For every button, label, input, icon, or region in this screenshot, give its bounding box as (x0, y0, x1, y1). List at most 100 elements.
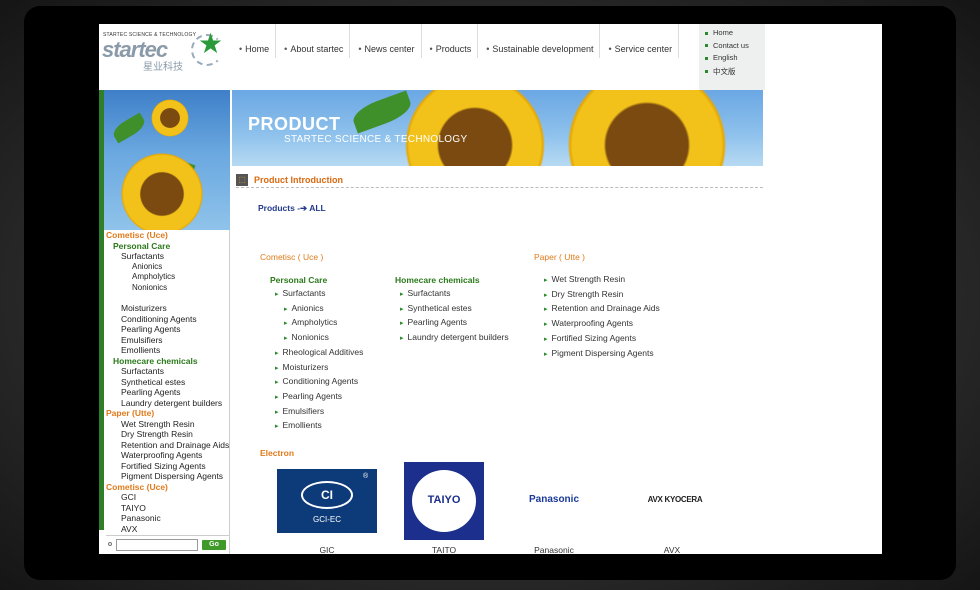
nav-item-news-center[interactable]: News center (350, 24, 422, 58)
personal-care-item[interactable]: Anionics (284, 303, 324, 313)
sidebar-item[interactable]: Surfactants (106, 366, 230, 377)
sidebar-item[interactable]: Paper (Utte) (106, 408, 230, 419)
personal-care-item[interactable]: Nonionics (284, 332, 329, 342)
sidebar-item[interactable]: Fortified Sizing Agents (106, 461, 230, 472)
bullet-icon (108, 542, 112, 546)
subcategory-personal-care[interactable]: Personal Care (270, 275, 327, 285)
avx-logo-text: AVX KYOCERA (647, 495, 703, 504)
sidebar-item[interactable]: Cometisc (Uce) (106, 230, 230, 241)
personal-care-item[interactable]: Pearling Agents (275, 391, 343, 401)
personal-care-item[interactable]: Rheological Additives (275, 347, 364, 357)
sidebar-item[interactable]: Moisturizers (106, 303, 230, 314)
sunflower-shape (562, 90, 732, 166)
brand-caption[interactable]: TAITO (404, 545, 484, 554)
panasonic-logo-text: Panasonic (528, 494, 580, 505)
sidebar-item[interactable]: Laundry detergent builders (106, 398, 230, 409)
sidebar-item[interactable]: AVX (106, 524, 230, 535)
sidebar-item[interactable]: Conditioning Agents (106, 314, 230, 325)
sidebar-item[interactable]: Emollients (106, 345, 230, 356)
quick-link[interactable]: 中文版 (705, 66, 765, 79)
panasonic-logo[interactable]: Panasonic (516, 494, 592, 508)
sidebar-item[interactable]: Retention and Drainage Aids (106, 440, 230, 451)
quick-links: Home Contact us English 中文版 (699, 24, 765, 90)
gci-logo[interactable]: CI GCI-EC ® (277, 469, 377, 533)
quick-link[interactable]: Home (705, 28, 765, 41)
brand-caption[interactable]: Panasonic (514, 545, 594, 554)
quick-link[interactable]: English (705, 53, 765, 66)
section-header: ⬚ Product Introduction (236, 170, 763, 188)
taiyo-emblem-icon: TAIYO (412, 470, 476, 532)
product-banner: PRODUCT STARTEC SCIENCE & TECHNOLOGY (232, 90, 763, 166)
banner-subtitle: STARTEC SCIENCE & TECHNOLOGY (284, 134, 468, 145)
paper-item[interactable]: Retention and Drainage Aids (544, 303, 660, 313)
sidebar-item[interactable]: Wet Strength Resin (106, 419, 230, 430)
taiyo-logo[interactable]: TAIYO (404, 462, 484, 540)
subcategory-homecare[interactable]: Homecare chemicals (395, 275, 480, 285)
sidebar-menu: Cometisc (Uce) Personal Care Surfactants An… (106, 230, 230, 534)
paper-item[interactable]: Dry Strength Resin (544, 289, 624, 299)
avx-logo[interactable]: AVX KYOCERA (630, 494, 720, 508)
sidebar-item[interactable]: Dry Strength Resin (106, 429, 230, 440)
banner-title: PRODUCT (248, 114, 341, 134)
personal-care-item[interactable]: Ampholytics (284, 317, 338, 327)
nav-item-about-startec[interactable]: About startec (276, 24, 351, 58)
nav-item-sustainable-development[interactable]: Sustainable development (478, 24, 601, 58)
sidebar-item[interactable]: Pigment Dispersing Agents (106, 471, 230, 482)
category-electron[interactable]: Electron (260, 448, 294, 458)
sidebar-item[interactable]: Panasonic (106, 513, 230, 524)
taiyo-logo-text: TAIYO (427, 494, 461, 506)
paper-item[interactable]: Waterproofing Agents (544, 318, 633, 328)
site-header: STARTEC SCIENCE & TECHNOLOGY startec 星业科… (99, 24, 882, 90)
brand-caption[interactable]: AVX (632, 545, 712, 554)
sidebar-item[interactable]: Personal Care (106, 241, 230, 252)
nav-item-home[interactable]: Home (231, 24, 277, 58)
breadcrumb[interactable]: Products -➔ ALL (258, 203, 326, 214)
sidebar-item[interactable]: Synthetical estes (106, 377, 230, 388)
registered-icon: ® (363, 473, 369, 480)
sidebar-item[interactable]: Pearling Agents (106, 387, 230, 398)
nav-item-service-center[interactable]: Service center (600, 24, 680, 58)
sidebar-sunflower-image (104, 90, 230, 230)
sunflower-shape (400, 90, 550, 166)
paper-item[interactable]: Wet Strength Resin (544, 274, 626, 284)
sidebar-item[interactable]: Homecare chemicals (106, 356, 230, 367)
personal-care-item[interactable]: Emollients (275, 420, 322, 430)
sidebar-item[interactable]: Ampholytics (106, 272, 230, 283)
quick-link[interactable]: Contact us (705, 41, 765, 54)
go-button[interactable]: Go (202, 540, 226, 550)
logo-chinese-name: 星业科技 (143, 62, 183, 73)
personal-care-item[interactable]: Emulsifiers (275, 406, 325, 416)
sidebar-item[interactable]: Surfactants (106, 251, 230, 262)
personal-care-item[interactable]: Conditioning Agents (275, 376, 359, 386)
category-cosmetics[interactable]: Cometisc ( Uce ) (260, 252, 323, 262)
paper-item[interactable]: Fortified Sizing Agents (544, 333, 637, 343)
search-input[interactable] (116, 539, 198, 551)
sidebar-item[interactable]: Anionics (106, 262, 230, 273)
main-content: ⬚ Product Introduction Products -➔ ALL C… (232, 166, 763, 554)
nav-item-products[interactable]: Products (422, 24, 479, 58)
sidebar-item[interactable]: Emulsifiers (106, 335, 230, 346)
category-paper[interactable]: Paper ( Utte ) (534, 252, 585, 262)
sidebar-item[interactable]: GCI (106, 492, 230, 503)
sidebar-item[interactable]: Nonionics (106, 283, 230, 294)
sidebar-search: Go (106, 535, 230, 553)
site-logo[interactable]: STARTEC SCIENCE & TECHNOLOGY startec 星业科… (99, 24, 230, 90)
star-icon: ★ (198, 28, 224, 59)
homecare-item[interactable]: Surfactants (400, 288, 451, 298)
personal-care-item[interactable]: Moisturizers (275, 362, 329, 372)
homecare-item[interactable]: Laundry detergent builders (400, 332, 509, 342)
personal-care-item[interactable]: Surfactants (275, 288, 326, 298)
sunflower-shape (118, 150, 206, 230)
sidebar-item[interactable]: Waterproofing Agents (106, 450, 230, 461)
sunflower-shape (150, 98, 190, 138)
homecare-item[interactable]: Synthetical estes (400, 303, 472, 313)
product-intro-icon: ⬚ (236, 174, 248, 186)
brand-caption[interactable]: GIC (287, 545, 367, 554)
paper-item[interactable]: Pigment Dispersing Agents (544, 348, 654, 358)
homecare-item[interactable]: Pearling Agents (400, 317, 468, 327)
sidebar-item[interactable]: Pearling Agents (106, 324, 230, 335)
leaf-shape (110, 112, 148, 144)
sidebar-item[interactable]: Cometisc (Uce) (106, 482, 230, 493)
sidebar-item[interactable]: TAIYO (106, 503, 230, 514)
